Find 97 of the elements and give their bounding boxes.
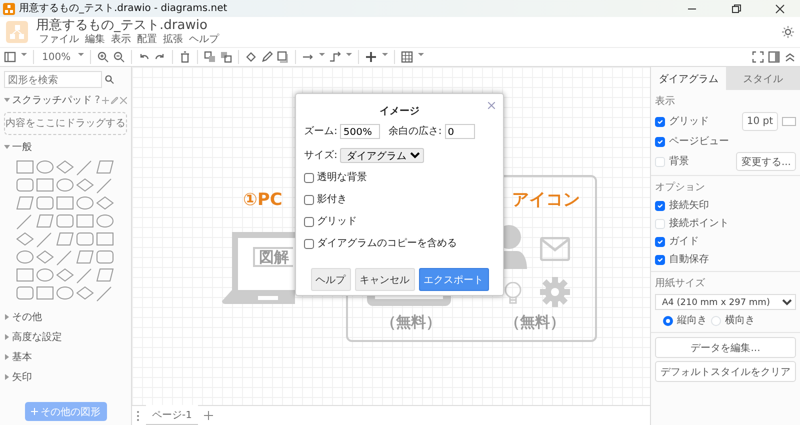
field-label: 余白の広さ:: [388, 124, 442, 139]
caret-right-icon[interactable]: [4, 334, 10, 340]
app-logo-icon: [6, 21, 28, 43]
menu-item[interactable]: ヘルプ: [186, 34, 222, 46]
checkbox[interactable]: [304, 216, 314, 226]
panel-tab[interactable]: スタイル: [726, 67, 800, 90]
menu-item[interactable]: 表示: [108, 34, 134, 46]
checkbox-label[interactable]: 接続ポイント: [669, 216, 729, 231]
menu-item[interactable]: 拡張: [160, 34, 186, 46]
checkbox-label[interactable]: 影付き: [317, 192, 347, 207]
checkbox[interactable]: [304, 238, 314, 248]
zoom-input[interactable]: 500%: [340, 124, 380, 139]
checkbox[interactable]: [655, 116, 665, 126]
gear-icon: [540, 277, 570, 307]
format-panel-icon[interactable]: [768, 51, 780, 63]
panel-button[interactable]: デフォルトスタイルをクリア: [655, 361, 796, 382]
checkbox-label[interactable]: ページビュー: [669, 134, 729, 149]
to-back-icon[interactable]: [220, 51, 232, 63]
help-link[interactable]: ?: [94, 92, 100, 108]
section-title: 用紙サイズ: [655, 277, 706, 291]
checkbox[interactable]: [655, 236, 665, 246]
panel-layout-icon[interactable]: [4, 51, 16, 63]
window-title: 用意するもの_テスト.drawio - diagrams.net: [19, 2, 228, 16]
section-title[interactable]: 矢印: [12, 370, 32, 384]
border-width-input[interactable]: 0: [444, 124, 475, 139]
checkbox-label[interactable]: グリッド: [669, 114, 709, 129]
menu-item[interactable]: 配置: [134, 34, 160, 46]
caret-right-icon[interactable]: [4, 354, 10, 360]
close-icon[interactable]: [775, 4, 785, 14]
color-swatch-icon[interactable]: [782, 117, 796, 126]
menu-item[interactable]: 編集: [82, 34, 108, 46]
fullscreen-icon[interactable]: [752, 51, 764, 63]
more-vertical-icon[interactable]: [136, 410, 140, 422]
drop-zone: 内容をここにドラッグする: [4, 112, 127, 135]
zoom-in-icon[interactable]: [96, 51, 109, 63]
caret-down-icon[interactable]: [4, 144, 10, 150]
checkbox-label[interactable]: 透明な背景: [317, 170, 367, 185]
field-label: サイズ:: [304, 149, 338, 163]
section-title[interactable]: スクラッチパッド: [12, 92, 92, 108]
fill-color-icon[interactable]: [244, 51, 257, 63]
checkbox[interactable]: [655, 254, 665, 264]
zoom-out-icon[interactable]: [112, 51, 125, 63]
zoom-dropdown[interactable]: 100%: [40, 50, 73, 64]
dialog-button[interactable]: ヘルプ: [310, 268, 350, 291]
size-select[interactable]: ダイアグラム: [340, 148, 424, 163]
radio-label[interactable]: 横向き: [725, 313, 755, 328]
checkbox-label[interactable]: 接続矢印: [669, 198, 709, 213]
grid-size-field[interactable]: 10 pt: [742, 112, 778, 131]
pencil-icon[interactable]: [260, 51, 273, 63]
shadow-icon[interactable]: [276, 51, 289, 63]
checkbox-label[interactable]: 背景: [669, 154, 689, 169]
checkbox-label[interactable]: ダイアグラムのコピーを含める: [317, 236, 457, 251]
screen-label: 図解: [253, 247, 293, 267]
search-field[interactable]: 図形を検索: [4, 71, 102, 88]
section-title[interactable]: 基本: [12, 350, 32, 364]
search-icon[interactable]: [105, 75, 114, 84]
field-label: ズーム:: [304, 125, 338, 139]
caret-right-icon[interactable]: [4, 374, 10, 380]
collapse-icon[interactable]: [784, 51, 796, 63]
caption: （無料）: [505, 312, 565, 333]
panel-button[interactable]: データを編集...: [655, 337, 796, 358]
paper-size-select[interactable]: A4 (210 mm x 297 mm): [655, 294, 796, 310]
checkbox[interactable]: [304, 172, 314, 182]
table-icon[interactable]: [400, 51, 413, 63]
waypoint-icon[interactable]: [328, 51, 341, 63]
diagram-heading: ①PC: [243, 189, 282, 212]
radio-label[interactable]: 縦向き: [677, 313, 707, 328]
caption: （無料）: [381, 312, 441, 333]
checkbox[interactable]: [304, 194, 314, 204]
menu-item[interactable]: ファイル: [36, 34, 82, 46]
dialog-title: イメージ: [380, 105, 420, 119]
caret-down-icon[interactable]: [4, 97, 10, 103]
trash-icon[interactable]: [178, 51, 191, 63]
checkbox-label[interactable]: グリッド: [317, 214, 357, 229]
section-title: オプション: [655, 180, 706, 195]
section-title[interactable]: 一般: [12, 140, 32, 154]
plus-icon[interactable]: [364, 51, 377, 63]
page-tab[interactable]: ページ-1: [146, 405, 198, 425]
diagram-heading: アイコン: [512, 189, 580, 212]
envelope-icon: [540, 237, 570, 261]
app-logo-icon: [3, 2, 15, 14]
radio-button[interactable]: [663, 316, 673, 326]
checkbox[interactable]: [655, 200, 665, 210]
dialog-button[interactable]: キャンセル: [354, 268, 414, 291]
restore-icon[interactable]: [731, 4, 741, 14]
section-title[interactable]: 高度な設定: [12, 330, 62, 344]
checkbox[interactable]: [655, 136, 665, 146]
checkbox-label[interactable]: ガイド: [669, 234, 699, 249]
section-title: 表示: [655, 94, 676, 109]
caret-right-icon[interactable]: [4, 314, 10, 320]
checkbox-label[interactable]: 自動保存: [669, 252, 709, 267]
section-title[interactable]: その他: [12, 310, 42, 324]
to-front-icon[interactable]: [204, 51, 216, 63]
file-name[interactable]: 用意するもの_テスト.drawio: [36, 18, 222, 34]
plus-icon: [30, 408, 38, 415]
sun-icon[interactable]: [782, 26, 794, 38]
change-background-button[interactable]: 変更する...: [736, 152, 796, 171]
